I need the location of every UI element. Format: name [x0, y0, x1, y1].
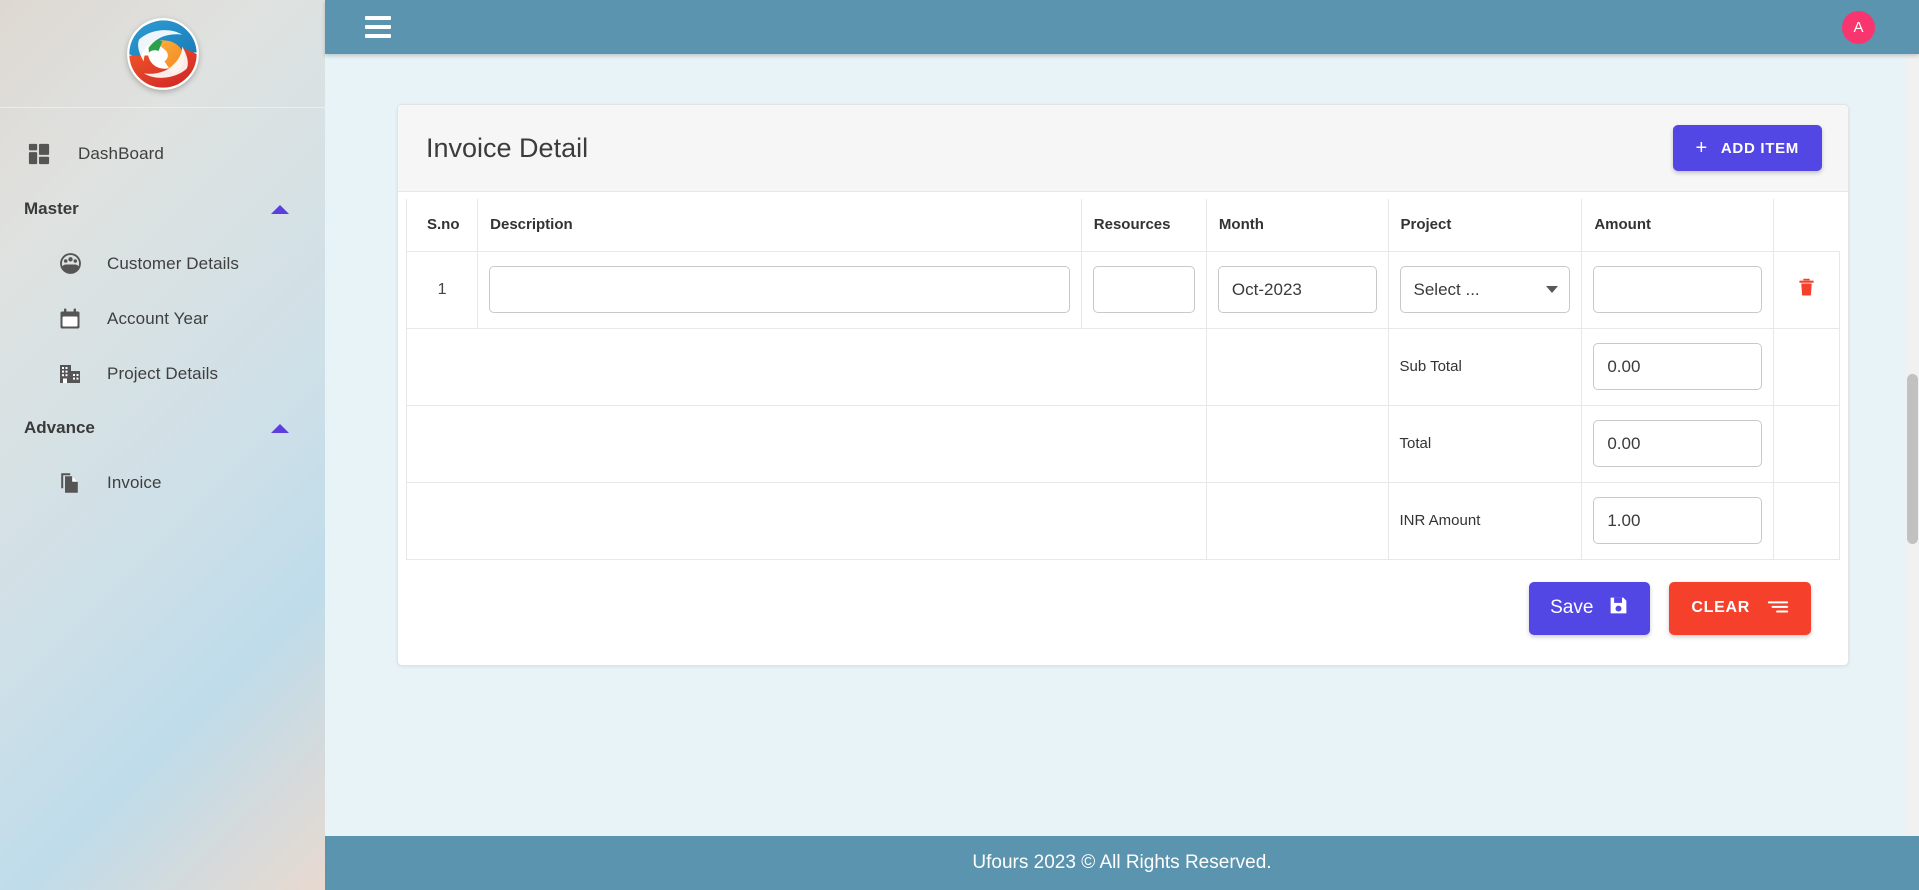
cell-resources [1080, 250, 1207, 329]
chevron-up-icon[interactable] [271, 423, 289, 433]
invoice-table-container: S.no Description Resources Month Project… [398, 192, 1848, 560]
save-floppy-icon [1608, 595, 1629, 622]
sidebar-item-label: Invoice [107, 472, 162, 492]
documents-copy-icon [55, 468, 85, 498]
logo-container [0, 0, 325, 108]
sidebar-item-dashboard[interactable]: DashBoard [0, 126, 325, 182]
total-label: Total [1387, 404, 1583, 483]
table-row-inr-amount: INR Amount [406, 481, 1841, 560]
month-input[interactable] [1217, 266, 1377, 313]
page-scrollbar[interactable] [1906, 54, 1919, 836]
inr-amount-input[interactable] [1593, 497, 1762, 544]
cell-actions [1772, 250, 1841, 329]
sidebar-item-customer-details[interactable]: Customer Details [0, 236, 325, 291]
ufours-logo [126, 17, 199, 90]
cell-description [477, 250, 1082, 329]
card-footer-actions: Save CLEAR [398, 560, 1848, 665]
cell-project: Select ... [1387, 250, 1583, 329]
row-serial-number: 1 [405, 250, 479, 329]
sidebar-group-master[interactable]: Master [0, 182, 325, 236]
cell-empty [406, 327, 1207, 406]
sidebar-item-label: DashBoard [78, 144, 164, 163]
invoice-table: S.no Description Resources Month Project… [405, 199, 1841, 560]
content-area: Invoice Detail + ADD ITEM S.no Descripti… [325, 54, 1919, 836]
card-header: Invoice Detail + ADD ITEM [398, 105, 1848, 192]
trash-icon[interactable] [1797, 276, 1816, 303]
clear-button[interactable]: CLEAR [1669, 581, 1811, 635]
building-icon [55, 359, 85, 389]
chevron-up-icon[interactable] [271, 204, 289, 214]
column-header-month: Month [1205, 199, 1389, 252]
sidebar-group-advance[interactable]: Advance [0, 401, 325, 455]
column-header-resources: Resources [1080, 199, 1207, 252]
add-item-button[interactable]: + ADD ITEM [1672, 125, 1822, 171]
plus-icon: + [1695, 137, 1708, 159]
cell-inr-amount-value [1581, 481, 1774, 560]
sidebar: DashBoard Master Customer Details Accoun… [0, 0, 325, 890]
sidebar-item-invoice[interactable]: Invoice [0, 455, 325, 510]
app-root: DashBoard Master Customer Details Accoun… [0, 0, 1919, 890]
cell-empty [406, 404, 1207, 483]
hamburger-menu-icon[interactable] [365, 16, 391, 38]
cell-empty [1205, 327, 1389, 406]
total-input[interactable] [1593, 420, 1762, 467]
subtotal-input[interactable] [1593, 343, 1762, 390]
sidebar-item-project-details[interactable]: Project Details [0, 346, 325, 401]
page-footer: Ufours 2023 © All Rights Reserved. [325, 836, 1919, 890]
cell-month [1205, 250, 1389, 329]
people-group-icon [55, 249, 85, 279]
column-header-description: Description [477, 199, 1082, 252]
sidebar-group-label: Master [24, 199, 79, 218]
main-region: A Invoice Detail + ADD ITEM S.no Descrip… [325, 0, 1919, 890]
cell-subtotal-value [1581, 327, 1774, 406]
page-title: Invoice Detail [426, 132, 589, 163]
calendar-icon [55, 304, 85, 334]
amount-input[interactable] [1593, 266, 1762, 313]
clear-button-label: CLEAR [1691, 599, 1750, 616]
top-bar: A [325, 0, 1919, 54]
table-row-subtotal: Sub Total [406, 327, 1841, 406]
sidebar-item-label: Account Year [107, 308, 209, 328]
lines-icon [1767, 598, 1789, 619]
project-select-value: Select ... [1413, 279, 1480, 299]
cell-empty [1772, 404, 1841, 483]
description-input[interactable] [489, 266, 1070, 313]
save-button-label: Save [1550, 597, 1594, 618]
dashboard-grid-icon [24, 139, 54, 169]
sidebar-nav: DashBoard Master Customer Details Accoun… [0, 108, 325, 510]
add-item-label: ADD ITEM [1720, 139, 1799, 157]
table-header: S.no Description Resources Month Project… [405, 199, 1840, 252]
table-row-total: Total [406, 404, 1841, 483]
column-header-actions [1772, 199, 1840, 252]
footer-text: Ufours 2023 © All Rights Reserved. [972, 852, 1272, 873]
cell-amount [1581, 250, 1774, 329]
table-header-row: S.no Description Resources Month Project… [405, 199, 1840, 252]
column-header-amount: Amount [1581, 199, 1774, 252]
chevron-down-icon [1546, 286, 1559, 293]
cell-total-value [1581, 404, 1774, 483]
save-button[interactable]: Save [1529, 581, 1651, 635]
table-row: 1 Oct-2023 Select ... [405, 250, 1841, 329]
sidebar-item-label: Customer Details [107, 253, 239, 273]
column-header-sno: S.no [405, 199, 479, 252]
inr-amount-label: INR Amount [1387, 481, 1583, 560]
subtotal-label: Sub Total [1387, 327, 1583, 406]
table-body: 1 Oct-2023 Select ... Sub Total 0.00 Tot… [405, 250, 1841, 560]
cell-empty [1772, 327, 1841, 406]
project-select[interactable]: Select ... [1399, 266, 1571, 313]
column-header-project: Project [1387, 199, 1583, 252]
sidebar-item-label: Project Details [107, 363, 219, 383]
cell-empty [1772, 481, 1841, 560]
sidebar-group-label: Advance [24, 418, 95, 437]
avatar[interactable]: A [1842, 10, 1875, 44]
cell-empty [1205, 481, 1389, 560]
cell-empty [406, 481, 1207, 560]
invoice-detail-card: Invoice Detail + ADD ITEM S.no Descripti… [397, 104, 1849, 666]
resources-input[interactable] [1092, 266, 1195, 313]
sidebar-item-account-year[interactable]: Account Year [0, 291, 325, 346]
page-scrollbar-thumb[interactable] [1907, 374, 1918, 544]
cell-empty [1205, 404, 1389, 483]
